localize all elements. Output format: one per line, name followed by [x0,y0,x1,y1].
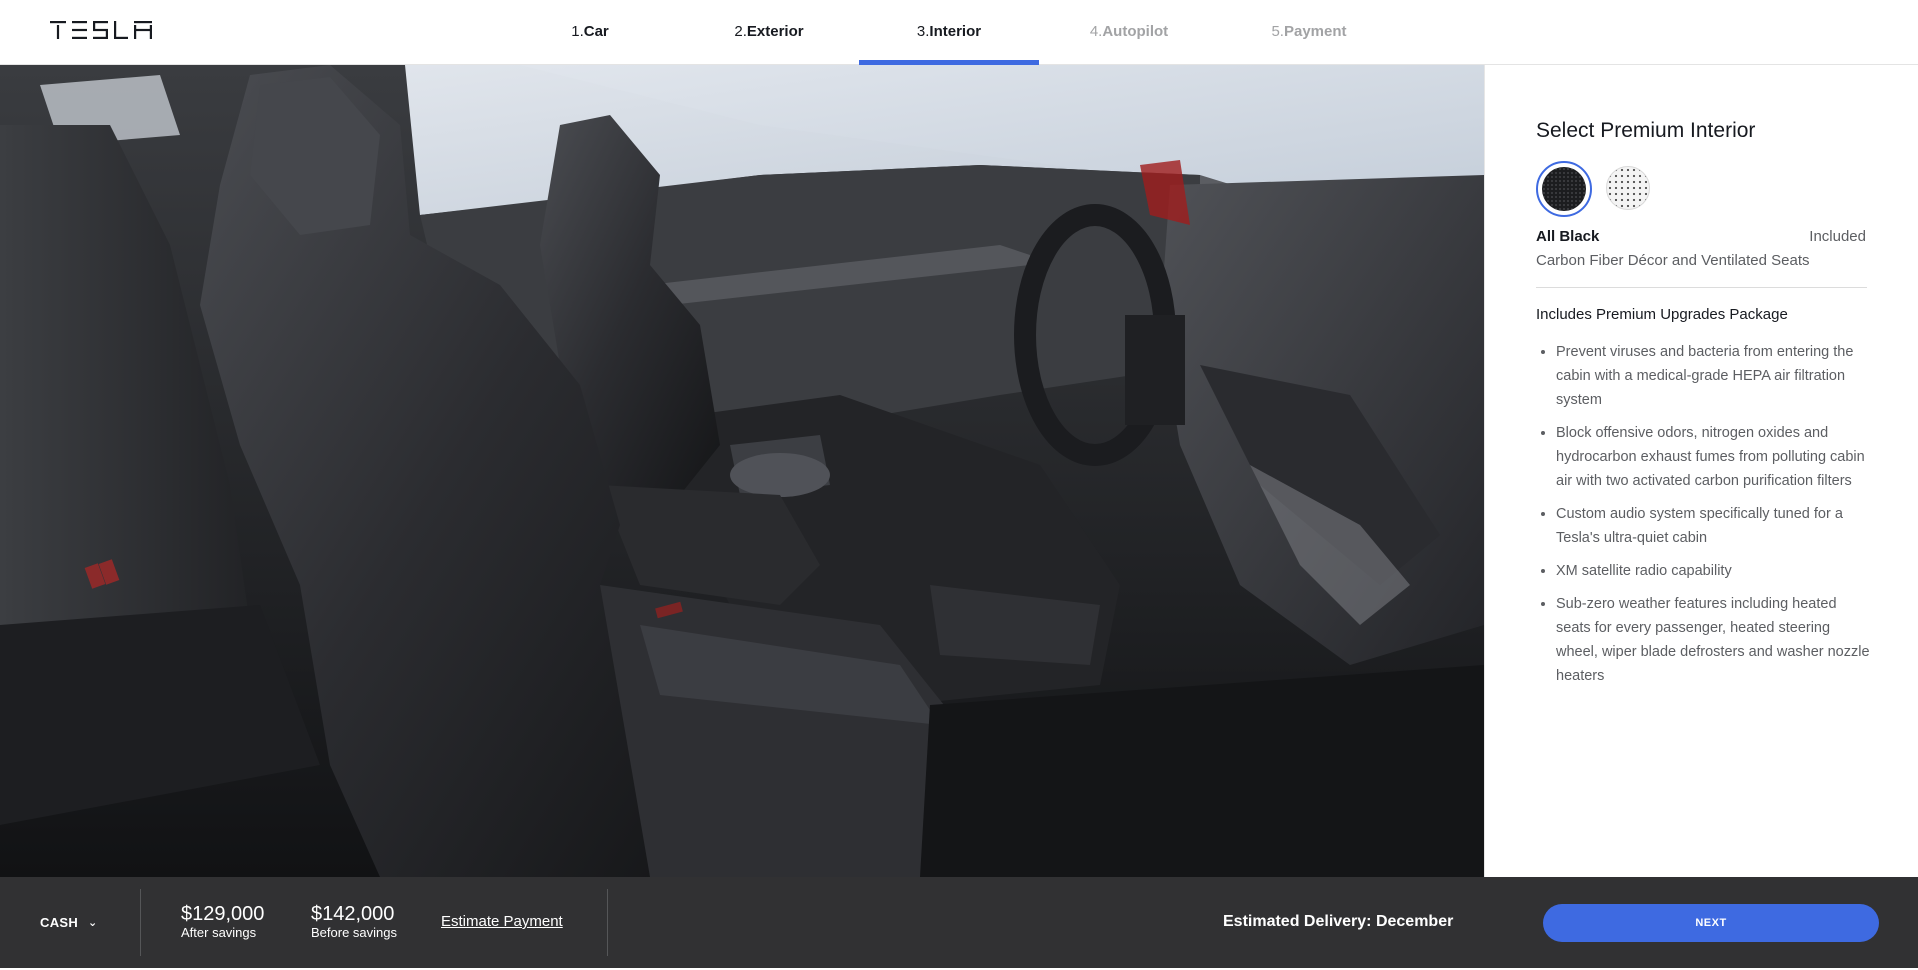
option-description: Carbon Fiber Décor and Ventilated Seats [1536,252,1810,269]
payment-type-label: CASH [40,915,79,930]
divider [1536,287,1867,288]
before-savings-price: $142,000 Before savings [311,903,397,941]
after-savings-price: $129,000 After savings [181,903,264,941]
estimated-delivery: Estimated Delivery: December [1223,913,1454,930]
step-interior[interactable]: 3.Interior [859,0,1039,65]
footer-divider [607,889,608,956]
panel-title: Select Premium Interior [1536,119,1756,142]
before-savings-label: Before savings [311,925,397,940]
payment-type-dropdown[interactable]: CASH ⌄ [40,877,98,968]
interior-illustration [0,65,1484,877]
step-car[interactable]: 1.Car [553,0,627,65]
step-number: 1. [571,23,584,40]
option-name: All Black [1536,228,1600,245]
estimate-payment-link[interactable]: Estimate Payment [441,913,563,930]
interior-options-panel: Select Premium Interior All Black Includ… [1484,65,1918,877]
step-number: 3. [916,23,930,40]
next-button[interactable]: NEXT [1543,904,1879,942]
step-number: 2. [734,23,747,40]
before-savings-amount: $142,000 [311,903,395,925]
step-label: Interior [929,23,982,40]
chevron-down-icon: ⌄ [88,917,98,929]
step-number: 4. [1089,23,1103,40]
feature-item: Custom audio system specifically tuned f… [1556,502,1872,550]
after-savings-amount: $129,000 [181,903,265,925]
tesla-logo[interactable] [50,21,152,39]
feature-item: Prevent viruses and bacteria from enteri… [1556,340,1872,412]
feature-item: Block offensive odors, nitrogen oxides a… [1556,421,1872,493]
top-nav: 1.Car 2.Exterior 3.Interior 4.Autopilot … [0,0,1918,65]
step-autopilot[interactable]: 4.Autopilot [1071,0,1187,65]
feature-item: Sub-zero weather features including heat… [1556,592,1872,688]
footer-divider [140,889,141,956]
step-number: 5. [1271,23,1284,40]
step-label: Autopilot [1102,23,1169,40]
after-savings-label: After savings [181,925,257,940]
step-label: Car [583,23,609,40]
feature-list: Prevent viruses and bacteria from enteri… [1536,340,1872,697]
step-exterior[interactable]: 2.Exterior [718,0,820,65]
package-title: Includes Premium Upgrades Package [1536,306,1788,323]
swatch-all-black[interactable] [1542,167,1586,211]
swatch-black-and-white[interactable] [1606,166,1650,210]
step-label: Exterior [746,23,804,40]
step-label: Payment [1283,23,1347,40]
step-payment[interactable]: 5.Payment [1254,0,1364,65]
summary-footer: CASH ⌄ $129,000 After savings $142,000 Be… [0,877,1918,968]
feature-item: XM satellite radio capability [1556,559,1872,583]
option-price: Included [1809,228,1866,245]
interior-preview-image [0,65,1484,877]
